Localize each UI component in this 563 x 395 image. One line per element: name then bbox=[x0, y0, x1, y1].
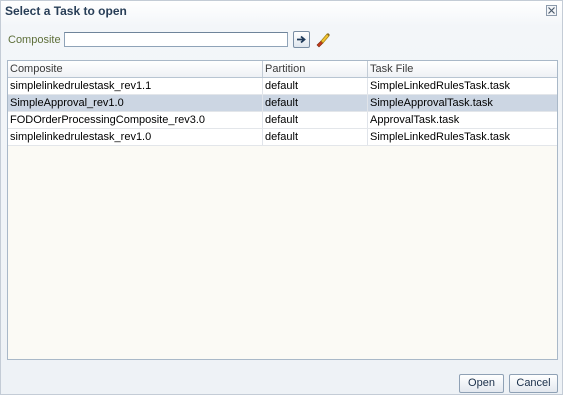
cell-composite: simplelinkedrulestask_rev1.0 bbox=[8, 129, 263, 145]
table-row[interactable]: SimpleApproval_rev1.0 default SimpleAppr… bbox=[8, 95, 557, 112]
cell-task-file: SimpleLinkedRulesTask.task bbox=[370, 80, 511, 92]
close-icon bbox=[548, 7, 555, 14]
cancel-button[interactable]: Cancel bbox=[509, 374, 558, 393]
table-row[interactable]: simplelinkedrulestask_rev1.1 default Sim… bbox=[8, 78, 557, 95]
column-header-task-file[interactable]: Task File bbox=[368, 61, 557, 77]
cell-task-file: SimpleLinkedRulesTask.task bbox=[370, 131, 511, 143]
table-header: Composite Partition Task File bbox=[8, 61, 557, 78]
composite-filter-input[interactable] bbox=[64, 32, 288, 47]
eraser-icon bbox=[316, 33, 330, 48]
cell-partition: default bbox=[263, 95, 368, 111]
composite-filter-label: Composite bbox=[8, 34, 61, 46]
composite-filter-row: Composite bbox=[6, 31, 562, 49]
cell-composite: SimpleApproval_rev1.0 bbox=[8, 95, 263, 111]
cell-partition: default bbox=[263, 112, 368, 128]
column-header-composite[interactable]: Composite bbox=[8, 61, 263, 77]
table-body: simplelinkedrulestask_rev1.1 default Sim… bbox=[8, 78, 557, 146]
clear-button[interactable] bbox=[314, 31, 332, 49]
cell-task-file: SimpleApprovalTask.task bbox=[370, 97, 493, 109]
column-header-partition[interactable]: Partition bbox=[263, 61, 368, 77]
cell-composite: FODOrderProcessingComposite_rev3.0 bbox=[8, 112, 263, 128]
cell-composite: simplelinkedrulestask_rev1.1 bbox=[8, 78, 263, 94]
open-button[interactable]: Open bbox=[459, 374, 504, 393]
cell-task-file: ApprovalTask.task bbox=[370, 114, 460, 126]
table-row[interactable]: FODOrderProcessingComposite_rev3.0 defau… bbox=[8, 112, 557, 129]
dialog-titlebar: Select a Task to open bbox=[1, 1, 562, 23]
cell-partition: default bbox=[263, 78, 368, 94]
go-button[interactable] bbox=[293, 31, 310, 48]
tasks-table: Composite Partition Task File simplelink… bbox=[7, 60, 558, 360]
dialog-title: Select a Task to open bbox=[5, 4, 127, 18]
close-button[interactable] bbox=[546, 5, 557, 16]
cell-partition: default bbox=[263, 129, 368, 145]
table-row[interactable]: simplelinkedrulestask_rev1.0 default Sim… bbox=[8, 129, 557, 146]
arrow-right-icon bbox=[297, 35, 306, 44]
select-task-dialog: Select a Task to open Composite Composit… bbox=[0, 0, 563, 395]
